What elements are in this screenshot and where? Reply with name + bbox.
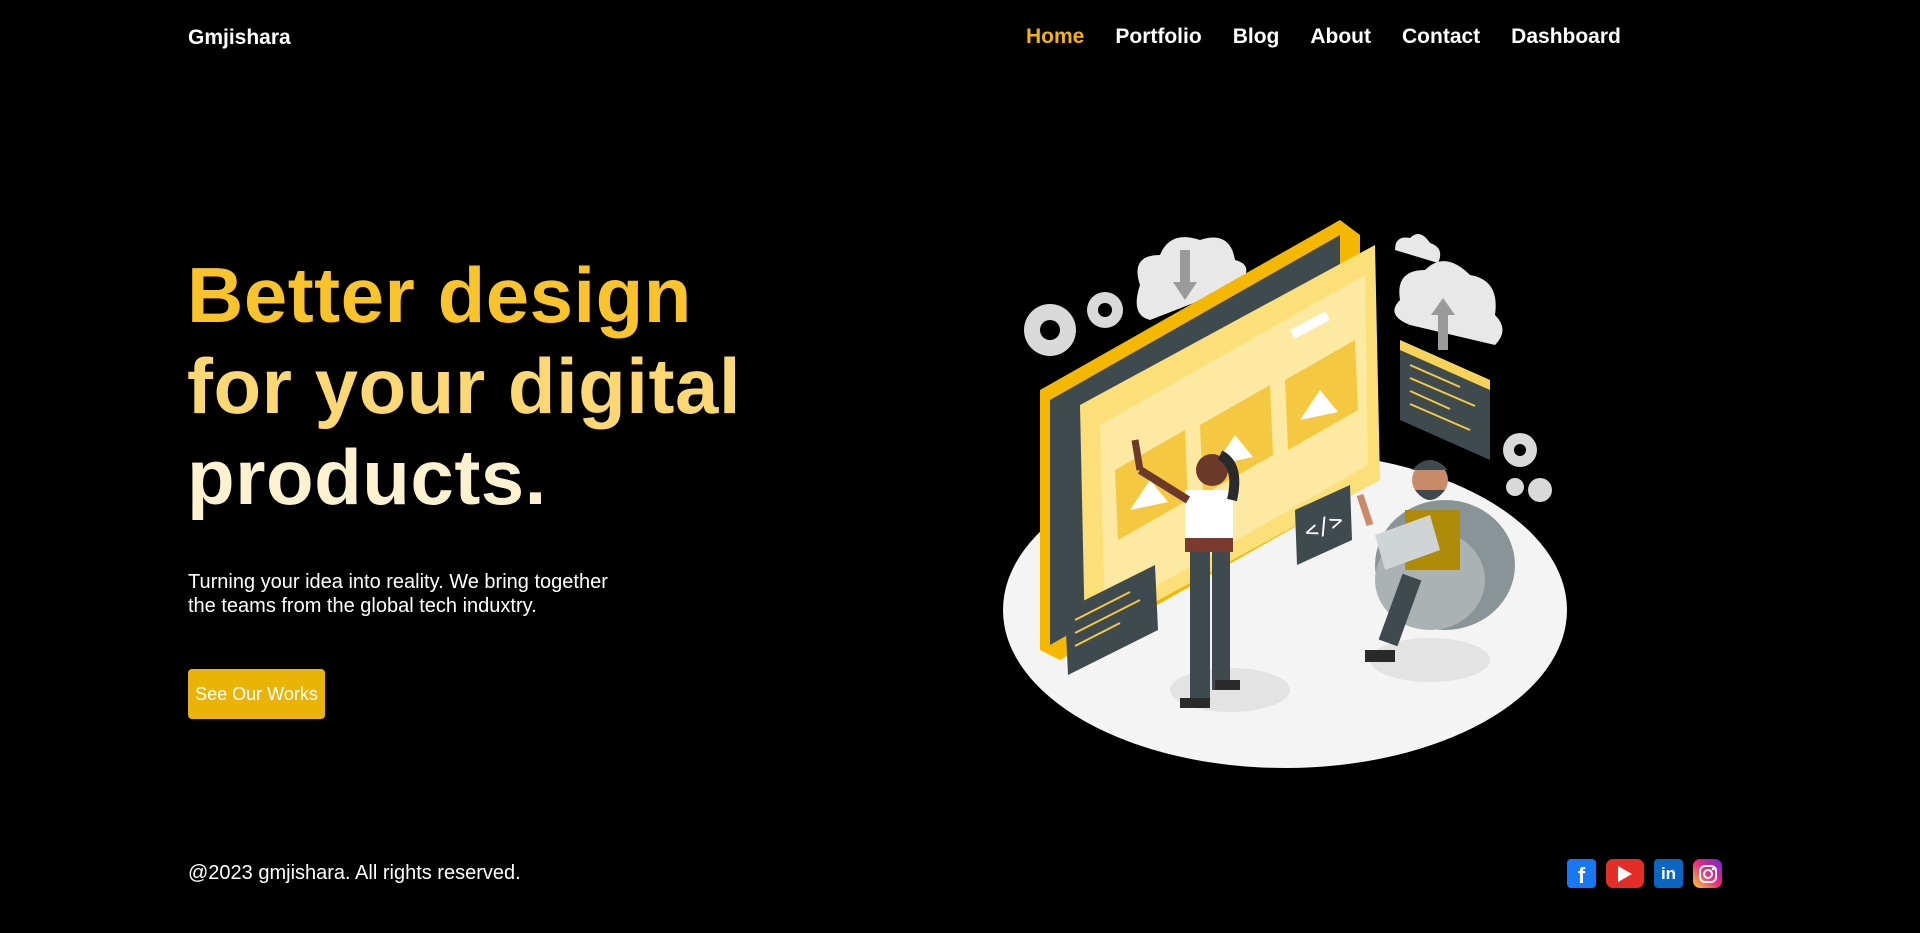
youtube-icon[interactable]: [1606, 859, 1644, 888]
brand-logo[interactable]: Gmjishara: [188, 26, 291, 50]
nav-dashboard[interactable]: Dashboard: [1511, 25, 1621, 49]
hero-title-line-2: for your digital: [187, 342, 741, 430]
main-nav: Home Portfolio Blog About Contact Dashbo…: [1026, 25, 1621, 49]
hero-title-line-1: Better design: [187, 251, 692, 339]
see-our-works-button[interactable]: See Our Works: [188, 669, 325, 719]
nav-contact[interactable]: Contact: [1402, 25, 1480, 49]
nav-portfolio[interactable]: Portfolio: [1115, 25, 1201, 49]
hero-subtitle-line-1: Turning your idea into reality. We bring…: [188, 571, 608, 593]
small-cloud-icon: [1395, 234, 1441, 263]
instagram-icon[interactable]: [1693, 859, 1722, 888]
hero-subtitle-line-2: the teams from the global tech induxtry.: [188, 595, 537, 617]
linkedin-icon[interactable]: in: [1654, 859, 1683, 888]
hero-illustration: </>: [1003, 220, 1567, 768]
landing-page: Gmjishara Home Portfolio Blog About Cont…: [0, 0, 1920, 933]
nav-home[interactable]: Home: [1026, 25, 1084, 49]
cloud-upload-icon: [1394, 261, 1503, 350]
facebook-icon[interactable]: f: [1567, 859, 1596, 888]
footer-copyright: @2023 gmjishara. All rights reserved.: [188, 862, 521, 884]
nav-blog[interactable]: Blog: [1233, 25, 1280, 49]
nav-about[interactable]: About: [1310, 25, 1371, 49]
hero-title-line-3: products.: [187, 433, 547, 521]
social-links: f in: [1567, 859, 1722, 888]
code-panel-right: [1400, 340, 1490, 460]
hero-subtitle: Turning your idea into reality. We bring…: [188, 570, 668, 618]
hero-title: Better design for your digital products.: [187, 250, 741, 523]
